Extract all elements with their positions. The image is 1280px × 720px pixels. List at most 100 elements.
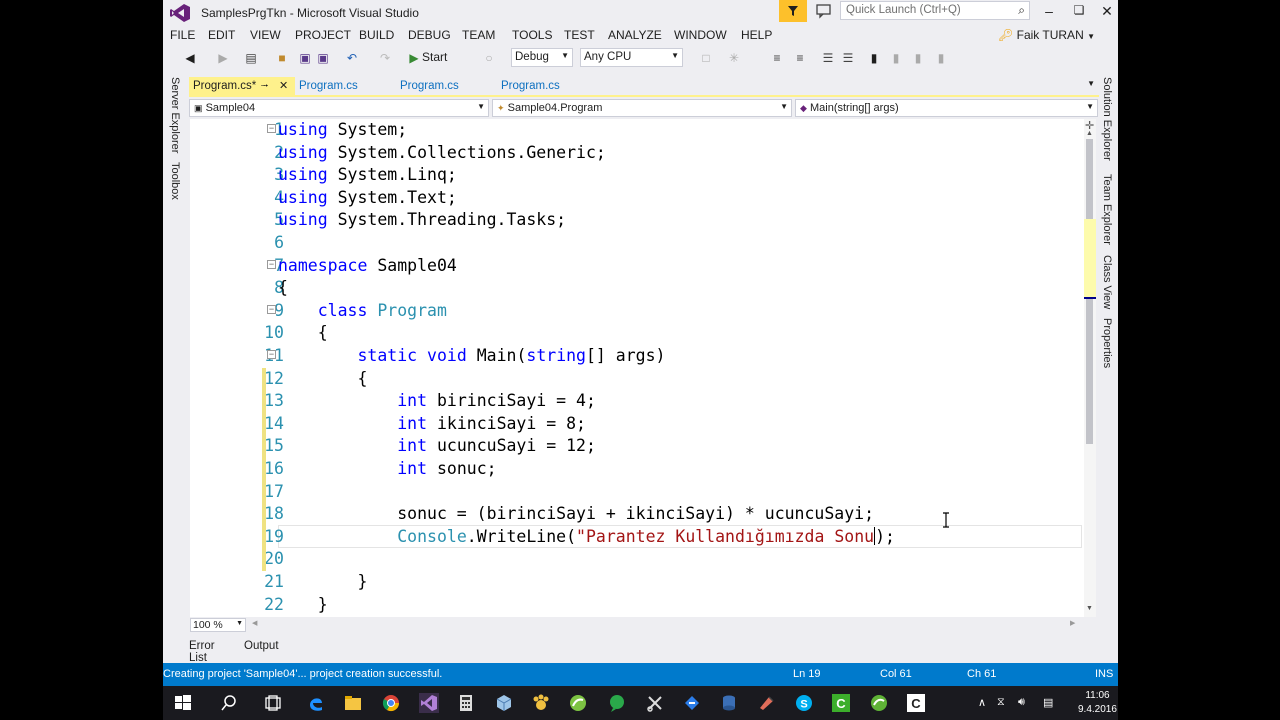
team-explorer-tab[interactable]: Team Explorer [1101,174,1113,245]
next-bookmark-icon[interactable]: ▮ [910,50,926,66]
remote-app-icon[interactable] [682,693,702,713]
save-icon[interactable]: ▣ [297,50,313,66]
tab-program-cs-2[interactable]: Program.cs [295,77,395,96]
paw-icon[interactable] [531,693,551,713]
paint-icon[interactable] [757,693,777,713]
network-icon[interactable]: ⧖ [997,696,1005,709]
navigate-back-icon[interactable]: ◀ [182,50,198,66]
tab-program-cs-4[interactable]: Program.cs [497,77,597,96]
code-editor[interactable]: 1 − using System; 2 using System.Collect… [190,119,1084,617]
notifications-flag-button[interactable] [779,0,807,22]
menu-edit[interactable]: EDIT [208,28,235,42]
snipping-tool-icon[interactable] [645,693,665,713]
platform-select[interactable]: Any CPU ▼ [580,48,683,67]
calculator-icon[interactable] [456,693,476,713]
windows-start-icon[interactable] [173,693,193,713]
configuration-select[interactable]: Debug ▼ [511,48,573,67]
tab-output[interactable]: Output [244,640,279,652]
code-line: 21 } [190,571,1084,594]
browse-icon[interactable]: ✳ [726,50,742,66]
file-explorer-icon[interactable] [343,693,363,713]
menu-team[interactable]: TEAM [462,28,495,42]
comment-icon[interactable]: ☰ [820,50,836,66]
collapse-icon[interactable]: − [267,259,276,269]
outdent-icon[interactable]: ≡ [792,50,808,66]
menu-analyze[interactable]: ANALYZE [608,28,662,42]
menu-debug[interactable]: DEBUG [408,28,451,42]
navigate-forward-icon[interactable]: ▶ [215,50,231,66]
start-debugging-icon[interactable]: ▶ [406,50,422,66]
undo-icon[interactable]: ↶ [344,50,360,66]
vertical-scrollbar[interactable]: ✛ ▲ ▼ [1084,119,1096,617]
properties-tab[interactable]: Properties [1101,318,1113,368]
zoom-select[interactable]: 100 % ▼ [190,618,246,632]
collapse-icon[interactable]: − [267,124,276,133]
menu-tools[interactable]: TOOLS [512,28,552,42]
3d-box-icon[interactable] [494,693,514,713]
close-button[interactable]: ✕ [1097,3,1117,20]
attach-icon[interactable]: ○ [481,50,497,66]
scroll-up-icon[interactable]: ▲ [1086,130,1093,137]
scroll-right-icon[interactable]: ▶ [1070,619,1075,627]
user-account[interactable]: 🔑︎ Faik TURAN ▼ [998,28,1095,42]
camtasia-icon[interactable]: C [831,693,851,713]
close-icon[interactable]: ✕ [279,79,288,92]
solution-explorer-tab[interactable]: Solution Explorer [1101,77,1113,161]
menu-view[interactable]: VIEW [250,28,281,42]
code-line: 13 int birinciSayi = 4; [190,390,1084,414]
indent-icon[interactable]: ≡ [769,50,785,66]
visual-studio-taskbar-icon[interactable] [419,693,439,713]
bookmark-icon[interactable]: ▮ [866,50,882,66]
chat-app-icon[interactable] [607,693,627,713]
find-in-files-icon[interactable]: □ [698,50,714,66]
type-dropdown[interactable]: ✦ Sample04.Program ▼ [492,99,792,117]
uncomment-icon[interactable]: ☰ [840,50,856,66]
green-sync-icon[interactable] [869,693,889,713]
chrome-icon[interactable] [381,693,401,713]
new-project-icon[interactable]: ▤ [243,50,259,66]
collapse-icon[interactable]: − [267,350,276,359]
notification-center-icon[interactable]: ▤ [1043,696,1053,709]
volume-icon[interactable]: 🔊︎ [1018,696,1025,709]
edge-browser-icon[interactable] [306,693,326,713]
tab-program-cs-active[interactable]: Program.cs* ⭬ ✕ [189,77,295,96]
database-icon[interactable] [719,693,739,713]
collapse-icon[interactable]: − [267,304,276,314]
scroll-left-icon[interactable]: ◀ [252,619,257,627]
redo-icon[interactable]: ↷ [377,50,393,66]
scroll-down-icon[interactable]: ▼ [1086,605,1093,612]
chevron-up-icon[interactable]: ∧ [978,696,986,709]
start-button[interactable]: Start [422,50,447,64]
system-clock[interactable]: 11:06 9.4.2016 [1078,689,1117,717]
green-app-icon[interactable] [568,693,588,713]
menu-project[interactable]: PROJECT [295,28,351,42]
search-icon[interactable] [219,693,239,713]
feedback-icon[interactable] [815,2,833,20]
clear-bookmarks-icon[interactable]: ▮ [933,50,949,66]
prev-bookmark-icon[interactable]: ▮ [888,50,904,66]
project-dropdown[interactable]: ▣ Sample04 ▼ [189,99,489,117]
tab-overflow-icon[interactable]: ▼ [1087,79,1095,88]
recorder-icon[interactable]: C [906,693,926,713]
skype-icon[interactable]: S [794,693,814,713]
class-view-tab[interactable]: Class View [1101,255,1113,309]
restore-button[interactable]: ❏ [1069,3,1089,17]
quick-launch-input[interactable]: Quick Launch (Ctrl+Q) ⌕ [840,1,1030,20]
tab-error-list[interactable]: Error List [189,640,215,664]
tab-label: Program.cs [299,80,358,92]
menu-file[interactable]: FILE [170,28,195,42]
open-file-icon[interactable]: ■ [274,50,290,66]
task-view-icon[interactable] [263,693,283,713]
minimize-button[interactable]: – [1039,3,1059,19]
horizontal-scrollbar[interactable]: 100 % ▼ ◀ ▶ [190,617,1096,633]
save-all-icon[interactable]: ▣ [315,50,331,66]
menu-test[interactable]: TEST [564,28,595,42]
pin-icon[interactable]: ⭬ [261,79,269,96]
member-dropdown[interactable]: ◆ Main(string[] args) ▼ [795,99,1098,117]
toolbox-tab[interactable]: Toolbox [169,162,181,200]
menu-window[interactable]: WINDOW [674,28,727,42]
menu-help[interactable]: HELP [741,28,772,42]
tab-program-cs-3[interactable]: Program.cs [396,77,496,96]
menu-build[interactable]: BUILD [359,28,394,42]
server-explorer-tab[interactable]: Server Explorer [169,77,181,153]
